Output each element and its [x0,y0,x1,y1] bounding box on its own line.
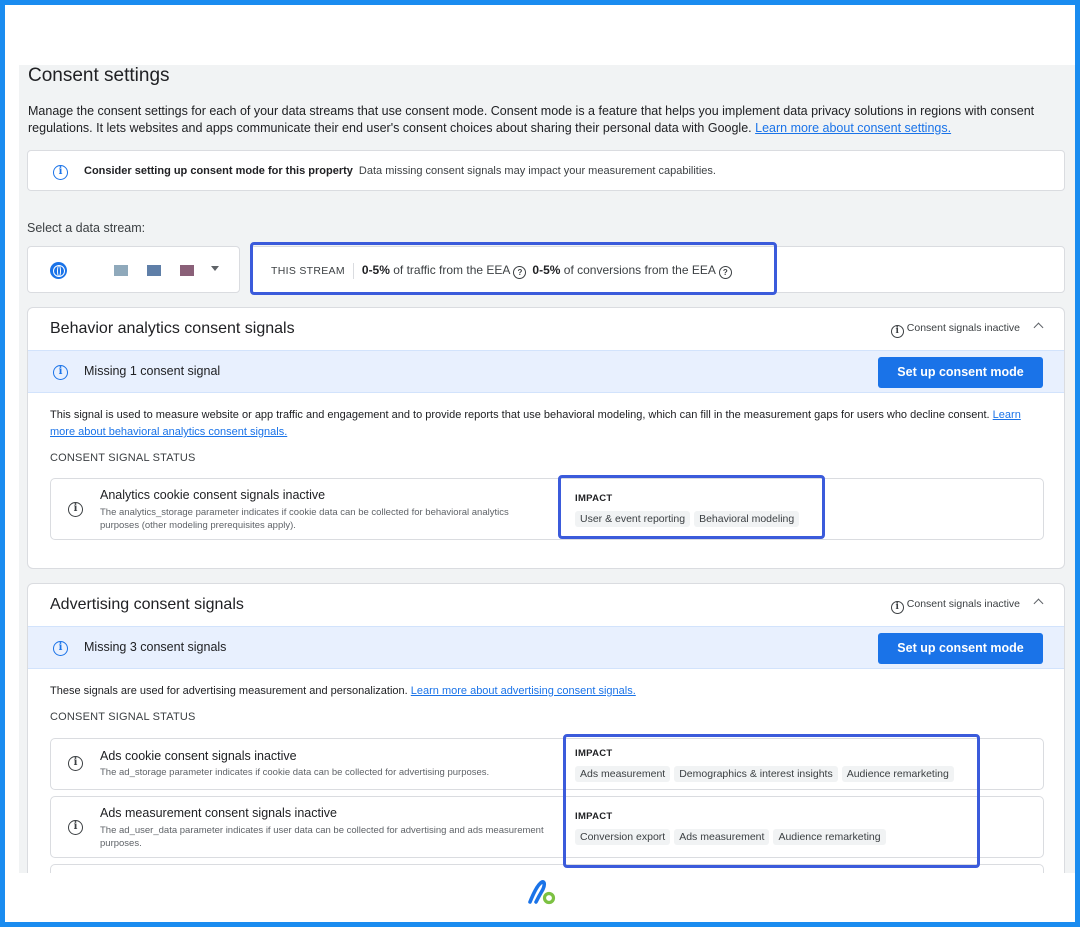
brand-logo-icon [528,880,556,905]
section-description-text: This signal is used to measure website o… [50,409,990,421]
signal-title: Ads cookie consent signals inactive [100,749,297,763]
banner-detail-text: Data missing consent signals may impact … [358,165,716,177]
consent-signal-status-caption: CONSENT SIGNAL STATUS [50,452,196,464]
section-status-text: Consent signals inactive [906,598,1020,610]
set-up-consent-mode-button[interactable]: Set up consent mode [878,633,1043,664]
section-description: These signals are used for advertising m… [50,683,1030,700]
globe-icon [50,262,67,279]
behavior-analytics-section: Behavior analytics consent signals i Cons… [27,307,1065,569]
set-up-consent-mode-button[interactable]: Set up consent mode [878,357,1043,388]
info-icon: i [890,325,904,338]
signal-title: Analytics cookie consent signals inactiv… [100,488,326,502]
section-description: This signal is used to measure website o… [50,407,1030,441]
chevron-up-icon[interactable] [1033,322,1044,333]
stream-color-swatch [147,265,161,276]
consent-signal-status-caption: CONSENT SIGNAL STATUS [50,711,196,723]
stream-color-swatch [180,265,194,276]
info-icon: i [53,641,68,656]
signal-description: The ad_storage parameter indicates if co… [100,767,490,778]
highlight-box [558,475,825,539]
select-stream-label: Select a data stream: [27,221,146,235]
banner-bold-text: Consider setting up consent mode for thi… [84,165,353,177]
section-title: Behavior analytics consent signals [50,320,295,337]
page-description: Manage the consent settings for each of … [28,103,1058,137]
stream-color-swatch [114,265,128,276]
signal-description: The analytics_storage parameter indicate… [100,507,509,531]
section-description-text: These signals are used for advertising m… [50,685,408,697]
missing-signal-text: Missing 1 consent signal [84,364,221,378]
info-icon: i [53,165,68,180]
info-icon: i [53,365,68,380]
highlight-box [250,242,777,295]
section-status: i Consent signals inactive [890,598,1020,614]
highlight-box [563,734,980,868]
learn-more-advertising-link[interactable]: Learn more about advertising consent sig… [411,685,636,697]
info-icon: i [890,601,904,614]
missing-signal-bar: i Missing 3 consent signals Set up conse… [28,626,1064,669]
section-title: Advertising consent signals [50,596,244,613]
consent-mode-banner: i Consider setting up consent mode for t… [27,150,1065,191]
info-icon: i [68,756,83,771]
section-status: i Consent signals inactive [890,322,1020,338]
missing-signal-bar: i Missing 1 consent signal Set up consen… [28,350,1064,393]
info-icon: i [68,502,83,517]
info-icon: i [68,820,83,835]
chevron-down-icon[interactable] [211,266,219,271]
missing-signal-text: Missing 3 consent signals [84,640,227,654]
signal-title: Ads measurement consent signals inactive [100,806,337,820]
section-status-text: Consent signals inactive [906,322,1020,334]
banner-text: Consider setting up consent mode for thi… [84,165,716,177]
signal-card: i Analytics cookie consent signals inact… [50,478,1044,540]
chevron-up-icon[interactable] [1033,598,1044,609]
signal-description: The ad_user_data parameter indicates if … [100,825,544,849]
learn-more-consent-link[interactable]: Learn more about consent settings. [755,121,951,135]
page-title: Consent settings [28,65,170,86]
consent-settings-page: Consent settings Manage the consent sett… [19,65,1075,873]
data-stream-selector[interactable] [27,246,240,293]
